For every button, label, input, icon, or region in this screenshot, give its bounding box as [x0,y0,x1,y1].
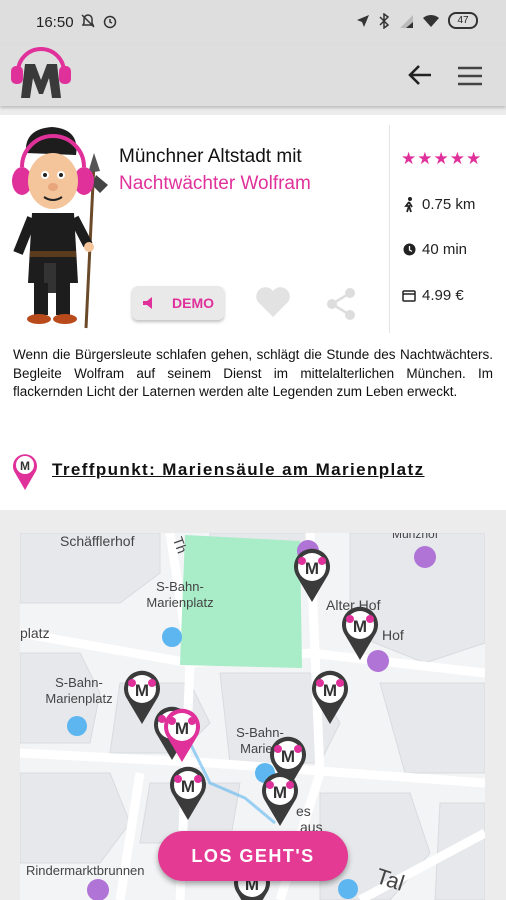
status-time: 16:50 [36,14,74,31]
clock-icon [403,243,415,256]
tour-subtitle: Nachtwächter Wolfram [119,173,311,194]
vertical-divider [389,125,390,333]
battery-indicator: 47 [448,12,478,29]
svg-text:M: M [281,747,295,766]
speaker-icon [143,297,152,309]
start-tour-button[interactable]: LOS GEHT'S [158,831,348,881]
bluetooth-icon [379,12,390,29]
map-label: S-Bahn- Marienplatz [146,579,214,610]
walking-icon [404,196,413,212]
star-icon: ★ [417,149,433,168]
meeting-point-marker-icon[interactable]: M [162,707,202,763]
svg-text:M: M [175,719,189,738]
tour-stop-marker-icon[interactable]: M [340,605,380,661]
tour-description: Wenn die Bürgersleute schlafen gehen, sc… [13,347,493,399]
location-icon [357,14,369,27]
map-label: S-Bahn- Marienplatz [45,675,113,706]
hamburger-menu-icon[interactable] [456,62,484,90]
star-icon: ★ [449,149,465,168]
star-icon: ★ [401,149,417,168]
wifi-icon [423,14,439,27]
svg-text:M: M [135,681,149,700]
price-info: 4.99 € [401,287,464,304]
tour-title: Münchner Altstadt mit [119,146,302,167]
status-bar: 16:50 47 [0,0,506,44]
svg-text:M: M [181,777,195,796]
svg-text:M: M [323,681,337,700]
app-logo-icon[interactable] [8,44,74,102]
distance-info: 0.75 km [401,196,475,213]
distance-value: 0.75 km [422,196,476,213]
svg-text:M: M [20,459,30,473]
map-pin-icon: M [13,454,37,490]
wallet-icon [402,289,416,302]
star-icon: ★ [433,149,449,168]
tour-stop-marker-icon[interactable]: M [260,771,300,827]
demo-label: DEMO [172,295,214,311]
tour-stop-marker-icon[interactable]: M [310,669,350,725]
map-label: Rindermarktbrunnen [26,863,145,878]
duration-info: 40 min [401,241,467,258]
app-bar [0,44,506,106]
svg-text:M: M [273,783,287,802]
star-icon: ★ [466,149,482,168]
duration-value: 40 min [422,241,468,258]
map-label: platz [20,625,50,641]
tour-stop-marker-icon[interactable]: M [168,765,208,821]
signal-icon [400,14,413,28]
svg-text:M: M [305,559,319,578]
star-rating: ★ ★ ★ ★ ★ [401,150,481,167]
alarm-icon [103,15,117,29]
meeting-point-link[interactable]: Treffpunkt: Mariensäule am Marienplatz [52,460,425,480]
tour-stop-marker-icon[interactable]: M [292,547,332,603]
price-value: 4.99 € [422,287,464,304]
share-icon[interactable] [326,287,358,321]
back-arrow-icon[interactable] [406,61,434,89]
map-label: Schäfflerhof [60,533,135,549]
tour-card: Münchner Altstadt mit Nachtwächter Wolfr… [0,115,506,510]
map-label: Hof [382,627,404,643]
muted-bell-icon [81,14,95,28]
heart-icon[interactable] [254,285,292,319]
map-label: Münzhof [392,533,439,541]
night-watchman-mascot-icon [12,127,108,329]
svg-text:M: M [353,617,367,636]
demo-audio-button[interactable]: DEMO [132,286,224,320]
